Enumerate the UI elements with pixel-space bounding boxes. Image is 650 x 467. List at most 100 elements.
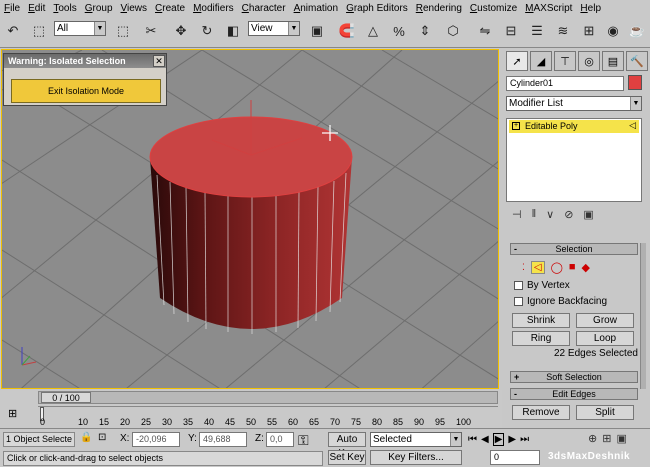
- align-icon[interactable]: ⊟: [500, 20, 522, 42]
- reference-coordinate-dropdown[interactable]: View ▼: [248, 21, 300, 36]
- select-region-icon[interactable]: ⬚: [28, 20, 50, 42]
- utilities-tab-icon[interactable]: 🔨: [626, 51, 648, 71]
- material-editor-icon[interactable]: ◉: [602, 20, 624, 42]
- mirror-icon[interactable]: ⇋: [474, 20, 496, 42]
- configure-sets-icon[interactable]: ▣: [583, 208, 593, 221]
- zoom-all-icon[interactable]: ⊞: [602, 432, 611, 445]
- scale-icon[interactable]: ◧: [222, 20, 244, 42]
- menu-maxscript[interactable]: MAXScript: [521, 3, 576, 14]
- y-coordinate-field[interactable]: 49,688: [199, 432, 247, 447]
- loop-button[interactable]: Loop: [576, 331, 634, 346]
- status-bar: 1 Object Selecte 🔒 ⊡ X: -20,096 Y: 49,68…: [0, 428, 650, 467]
- absolute-mode-icon[interactable]: ⊡: [98, 432, 106, 443]
- menu-edit[interactable]: Edit: [24, 3, 49, 14]
- close-icon[interactable]: ✕: [153, 55, 165, 67]
- track-bar[interactable]: 0 10 15 20 25 30 35 40 45 50 55 60 65 70…: [38, 406, 498, 427]
- snap-icon[interactable]: 🧲: [336, 20, 358, 42]
- spinner-snap-icon[interactable]: ⇕: [414, 20, 436, 42]
- pivot-icon[interactable]: ▣: [306, 20, 328, 42]
- hierarchy-tab-icon[interactable]: ⊤: [554, 51, 576, 71]
- menu-file[interactable]: File: [0, 3, 24, 14]
- menu-graph-editors[interactable]: Graph Editors: [342, 3, 412, 14]
- modify-tab-icon[interactable]: ◢: [530, 51, 552, 71]
- menu-create[interactable]: Create: [151, 3, 189, 14]
- menu-group[interactable]: Group: [81, 3, 117, 14]
- menu-customize[interactable]: Customize: [466, 3, 521, 14]
- rotate-icon[interactable]: ↻: [196, 20, 218, 42]
- remove-button[interactable]: Remove: [512, 405, 570, 420]
- remove-modifier-icon[interactable]: ⊘: [564, 208, 573, 221]
- panel-scrollbar[interactable]: [640, 243, 646, 389]
- collapse-icon: -: [514, 389, 517, 399]
- by-vertex-checkbox[interactable]: [514, 281, 523, 290]
- select-by-name-icon[interactable]: ✂: [140, 20, 162, 42]
- zoom-extents-icon[interactable]: ▣: [616, 432, 626, 445]
- soft-selection-rollout-header[interactable]: + Soft Selection: [510, 371, 638, 383]
- create-tab-icon[interactable]: ➚: [506, 51, 528, 71]
- selection-rollout-header[interactable]: - Selection: [510, 243, 638, 255]
- display-tab-icon[interactable]: ▤: [602, 51, 624, 71]
- key-filters-button[interactable]: Key Filters...: [370, 450, 462, 465]
- menu-animation[interactable]: Animation: [290, 3, 342, 14]
- time-slider-handle[interactable]: 0 / 100: [41, 392, 91, 403]
- set-key-button[interactable]: Set Key: [328, 450, 366, 465]
- selection-rollout-title: Selection: [555, 244, 593, 254]
- ring-button[interactable]: Ring: [512, 331, 570, 346]
- x-coordinate-field[interactable]: -20,096: [132, 432, 180, 447]
- edit-edges-rollout-header[interactable]: - Edit Edges: [510, 388, 638, 400]
- render-icon[interactable]: ☕: [626, 20, 648, 42]
- menu-views[interactable]: Views: [117, 3, 152, 14]
- split-button[interactable]: Split: [576, 405, 634, 420]
- edge-mode-icon[interactable]: ◁: [530, 260, 545, 274]
- menu-rendering[interactable]: Rendering: [412, 3, 466, 14]
- border-mode-icon[interactable]: ◯: [551, 261, 563, 274]
- exit-isolation-button[interactable]: Exit Isolation Mode: [11, 79, 161, 103]
- modifier-list-dropdown[interactable]: Modifier List ▼: [506, 96, 642, 111]
- undo-icon[interactable]: ↶: [2, 20, 24, 42]
- trackbar-icon[interactable]: ⊞: [8, 407, 17, 420]
- select-object-icon[interactable]: ⬚: [112, 20, 134, 42]
- z-coordinate-field[interactable]: 0,0: [266, 432, 294, 447]
- key-icon[interactable]: ⚿: [298, 432, 309, 449]
- element-mode-icon[interactable]: ◆: [582, 261, 590, 274]
- tick-label: 15: [99, 417, 110, 427]
- menu-help[interactable]: Help: [576, 3, 605, 14]
- key-mode-dropdown[interactable]: Selected ▼: [370, 432, 462, 447]
- time-slider-track[interactable]: 0 / 100: [38, 391, 498, 404]
- polygon-mode-icon[interactable]: ■: [569, 261, 576, 273]
- angle-snap-icon[interactable]: △: [362, 20, 384, 42]
- schematic-icon[interactable]: ⊞: [578, 20, 600, 42]
- shrink-button[interactable]: Shrink: [512, 313, 570, 328]
- grow-button[interactable]: Grow: [576, 313, 634, 328]
- motion-tab-icon[interactable]: ◎: [578, 51, 600, 71]
- previous-frame-icon[interactable]: ◀: [481, 434, 489, 445]
- expand-icon[interactable]: +: [512, 122, 520, 130]
- curve-editor-icon[interactable]: ≋: [552, 20, 574, 42]
- vertex-mode-icon[interactable]: ⁚: [522, 262, 525, 273]
- menu-modifiers[interactable]: Modifiers: [189, 3, 238, 14]
- current-frame-field[interactable]: 0: [490, 450, 540, 465]
- named-selection-icon[interactable]: ⬡: [442, 20, 464, 42]
- layer-manager-icon[interactable]: ☰: [526, 20, 548, 42]
- make-unique-icon[interactable]: ∨: [546, 208, 554, 221]
- selection-filter-dropdown[interactable]: All ▼: [54, 21, 106, 36]
- menu-character[interactable]: Character: [238, 3, 290, 14]
- stack-item-editable-poly[interactable]: + Editable Poly ◁: [509, 120, 639, 133]
- show-end-result-icon[interactable]: ‖: [532, 208, 537, 220]
- go-to-end-icon[interactable]: ⏭: [520, 434, 529, 445]
- ignore-backfacing-checkbox[interactable]: [514, 297, 523, 306]
- lock-selection-icon[interactable]: 🔒: [80, 432, 92, 443]
- object-color-swatch[interactable]: [628, 75, 642, 90]
- zoom-icon[interactable]: ⊕: [588, 432, 597, 445]
- pin-stack-icon[interactable]: ⊣: [512, 208, 522, 221]
- menu-tools[interactable]: Tools: [49, 3, 80, 14]
- next-frame-icon[interactable]: ▶: [508, 434, 516, 445]
- modifier-stack[interactable]: + Editable Poly ◁: [506, 118, 642, 202]
- edit-edges-title: Edit Edges: [552, 389, 596, 399]
- auto-key-button[interactable]: Auto Key: [328, 432, 366, 459]
- move-icon[interactable]: ✥: [170, 20, 192, 42]
- play-icon[interactable]: ▶: [492, 433, 505, 446]
- percent-snap-icon[interactable]: %: [388, 20, 410, 42]
- go-to-start-icon[interactable]: ⏮: [468, 434, 477, 445]
- object-name-field[interactable]: Cylinder01: [506, 76, 624, 91]
